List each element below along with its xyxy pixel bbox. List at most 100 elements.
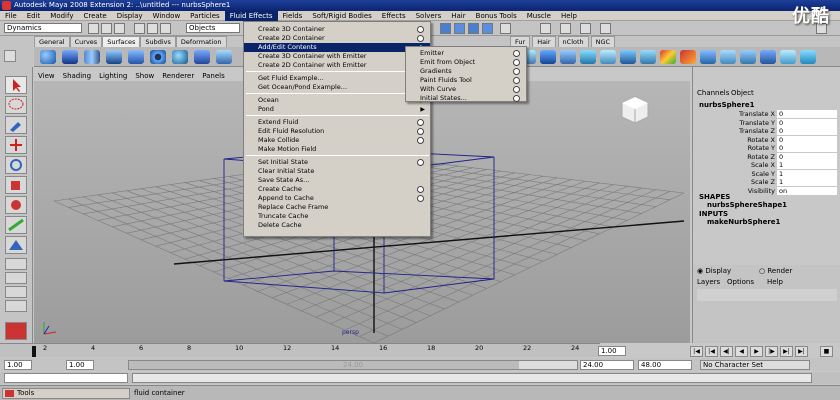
- menu-window[interactable]: Window: [148, 11, 186, 21]
- nurbs-cube-icon[interactable]: [62, 50, 78, 64]
- play-backwards-icon[interactable]: ◀: [735, 346, 748, 357]
- current-time-marker[interactable]: [32, 346, 36, 357]
- step-back-key-icon[interactable]: ◀|: [720, 346, 733, 357]
- current-time-field[interactable]: 1.00: [598, 346, 626, 356]
- shelf-tab-surfaces[interactable]: Surfaces: [102, 36, 141, 47]
- step-forward-icon[interactable]: ▶|: [780, 346, 793, 357]
- render-view-icon[interactable]: [5, 322, 27, 340]
- stop-icon[interactable]: ■: [820, 346, 833, 357]
- option-box-icon[interactable]: [417, 128, 424, 135]
- menu-item-clear-initial-state[interactable]: Clear Initial State: [244, 167, 430, 176]
- option-box-icon[interactable]: [513, 68, 520, 75]
- open-close-surfaces-icon[interactable]: [640, 50, 656, 64]
- panel-menu-show[interactable]: Show: [131, 72, 158, 80]
- playback-end-field[interactable]: 24.00: [580, 360, 634, 370]
- submenu-item-with-curve[interactable]: With Curve: [406, 85, 526, 94]
- shelf-tab-curves[interactable]: Curves: [69, 36, 103, 47]
- menu-item-replace-cache-frame[interactable]: Replace Cache Frame: [244, 203, 430, 212]
- nurbs-sphere-icon[interactable]: [40, 50, 56, 64]
- channels-tab[interactable]: Channels: [697, 89, 729, 97]
- menu-item-save-state-as[interactable]: Save State As...: [244, 176, 430, 185]
- menu-modify[interactable]: Modify: [45, 11, 78, 21]
- manipulator-tool-icon[interactable]: [5, 196, 27, 214]
- layers-menu[interactable]: Layers: [697, 278, 720, 286]
- offset-surface-icon[interactable]: [740, 50, 756, 64]
- channel-rotate-z[interactable]: Rotate Z0: [693, 152, 840, 162]
- menu-item-truncate-cache[interactable]: Truncate Cache: [244, 212, 430, 221]
- option-box-icon[interactable]: [417, 186, 424, 193]
- menu-help[interactable]: Help: [556, 11, 582, 21]
- open-scene-icon[interactable]: [101, 23, 112, 34]
- new-scene-icon[interactable]: [88, 23, 99, 34]
- reverse-surface-icon[interactable]: [780, 50, 796, 64]
- select-hierarchy-icon[interactable]: [134, 23, 145, 34]
- option-box-icon[interactable]: [417, 26, 424, 33]
- channel-value[interactable]: 1: [777, 178, 837, 186]
- panel-menu-view[interactable]: View: [34, 72, 59, 80]
- shape-name[interactable]: nurbsSphereShape1: [707, 201, 787, 209]
- menu-effects[interactable]: Effects: [377, 11, 411, 21]
- playback-start-field[interactable]: 1.00: [66, 360, 94, 370]
- select-component-icon[interactable]: [160, 23, 171, 34]
- menu-item-ocean[interactable]: Ocean▶: [244, 96, 430, 105]
- insert-isoparm-icon[interactable]: [720, 50, 736, 64]
- channel-value[interactable]: 0: [777, 152, 837, 161]
- submenu-item-initial-states[interactable]: Initial States...: [406, 94, 526, 103]
- menu-item-make-collide[interactable]: Make Collide: [244, 136, 430, 145]
- layout-four-icon[interactable]: [5, 272, 27, 284]
- shelf-tab-general[interactable]: General: [34, 36, 70, 47]
- option-box-icon[interactable]: [417, 119, 424, 126]
- submenu-item-gradients[interactable]: Gradients: [406, 67, 526, 76]
- character-set-field[interactable]: No Character Set: [700, 360, 810, 370]
- layout-single-icon[interactable]: [5, 258, 27, 270]
- show-manipulator-icon[interactable]: [5, 236, 27, 254]
- go-to-start-icon[interactable]: |◀: [690, 346, 703, 357]
- snap-point-icon[interactable]: [468, 23, 479, 34]
- rotate-tool-icon[interactable]: [5, 156, 27, 174]
- channel-rotate-x[interactable]: Rotate X0: [693, 135, 840, 145]
- option-box-icon[interactable]: [417, 137, 424, 144]
- view-cube[interactable]: [620, 95, 650, 125]
- object-name[interactable]: nurbsSphere1: [699, 101, 754, 109]
- channel-value[interactable]: on: [777, 186, 837, 195]
- menu-item-create-2d-container[interactable]: Create 2D Container: [244, 34, 430, 43]
- attach-surfaces-icon[interactable]: [580, 50, 596, 64]
- menu-item-create-3d-container[interactable]: Create 3D Container: [244, 25, 430, 34]
- snap-plane-icon[interactable]: [482, 23, 493, 34]
- channel-value[interactable]: 1: [777, 169, 837, 178]
- render-radio[interactable]: ○ Render: [759, 267, 792, 275]
- menu-item-extend-fluid[interactable]: Extend Fluid: [244, 118, 430, 127]
- range-handle[interactable]: [129, 361, 519, 369]
- nurbs-cone-icon[interactable]: [106, 50, 122, 64]
- nurbs-torus-icon[interactable]: [150, 50, 166, 64]
- option-box-icon[interactable]: [513, 59, 520, 66]
- menu-particles[interactable]: Particles: [185, 11, 225, 21]
- shelf-editor-icon[interactable]: [4, 50, 16, 62]
- snap-grid-icon[interactable]: [440, 23, 451, 34]
- panel-menu-renderer[interactable]: Renderer: [158, 72, 198, 80]
- object-tab[interactable]: Object: [731, 89, 754, 97]
- menu-item-add-edit-contents[interactable]: Add/Edit Contents▶: [244, 43, 430, 52]
- hypershade-icon[interactable]: [600, 23, 611, 34]
- render-frame-icon[interactable]: [540, 23, 551, 34]
- select-object-icon[interactable]: [147, 23, 158, 34]
- menu-edit[interactable]: Edit: [22, 11, 46, 21]
- trim-tool-icon[interactable]: [660, 50, 676, 64]
- layout-two-icon[interactable]: [5, 286, 27, 298]
- input-name[interactable]: makeNurbSphere1: [707, 218, 780, 226]
- ipr-render-icon[interactable]: [560, 23, 571, 34]
- detach-surfaces-icon[interactable]: [600, 50, 616, 64]
- menu-create[interactable]: Create: [78, 11, 111, 21]
- channel-value[interactable]: 0: [777, 135, 837, 144]
- menu-item-get-fluid-example[interactable]: Get Fluid Example...: [244, 74, 430, 83]
- submenu-item-emit-from-object[interactable]: Emit from Object: [406, 58, 526, 67]
- select-tool-icon[interactable]: [5, 76, 27, 94]
- help-menu[interactable]: Help: [767, 278, 783, 286]
- untrim-icon[interactable]: [680, 50, 696, 64]
- move-tool-icon[interactable]: [5, 136, 27, 154]
- submenu-item-paint-fluids-tool[interactable]: Paint Fluids Tool: [406, 76, 526, 85]
- menu-muscle[interactable]: Muscle: [522, 11, 556, 21]
- menu-solvers[interactable]: Solvers: [411, 11, 447, 21]
- render-settings-icon[interactable]: [580, 23, 591, 34]
- bevel-icon[interactable]: [560, 50, 576, 64]
